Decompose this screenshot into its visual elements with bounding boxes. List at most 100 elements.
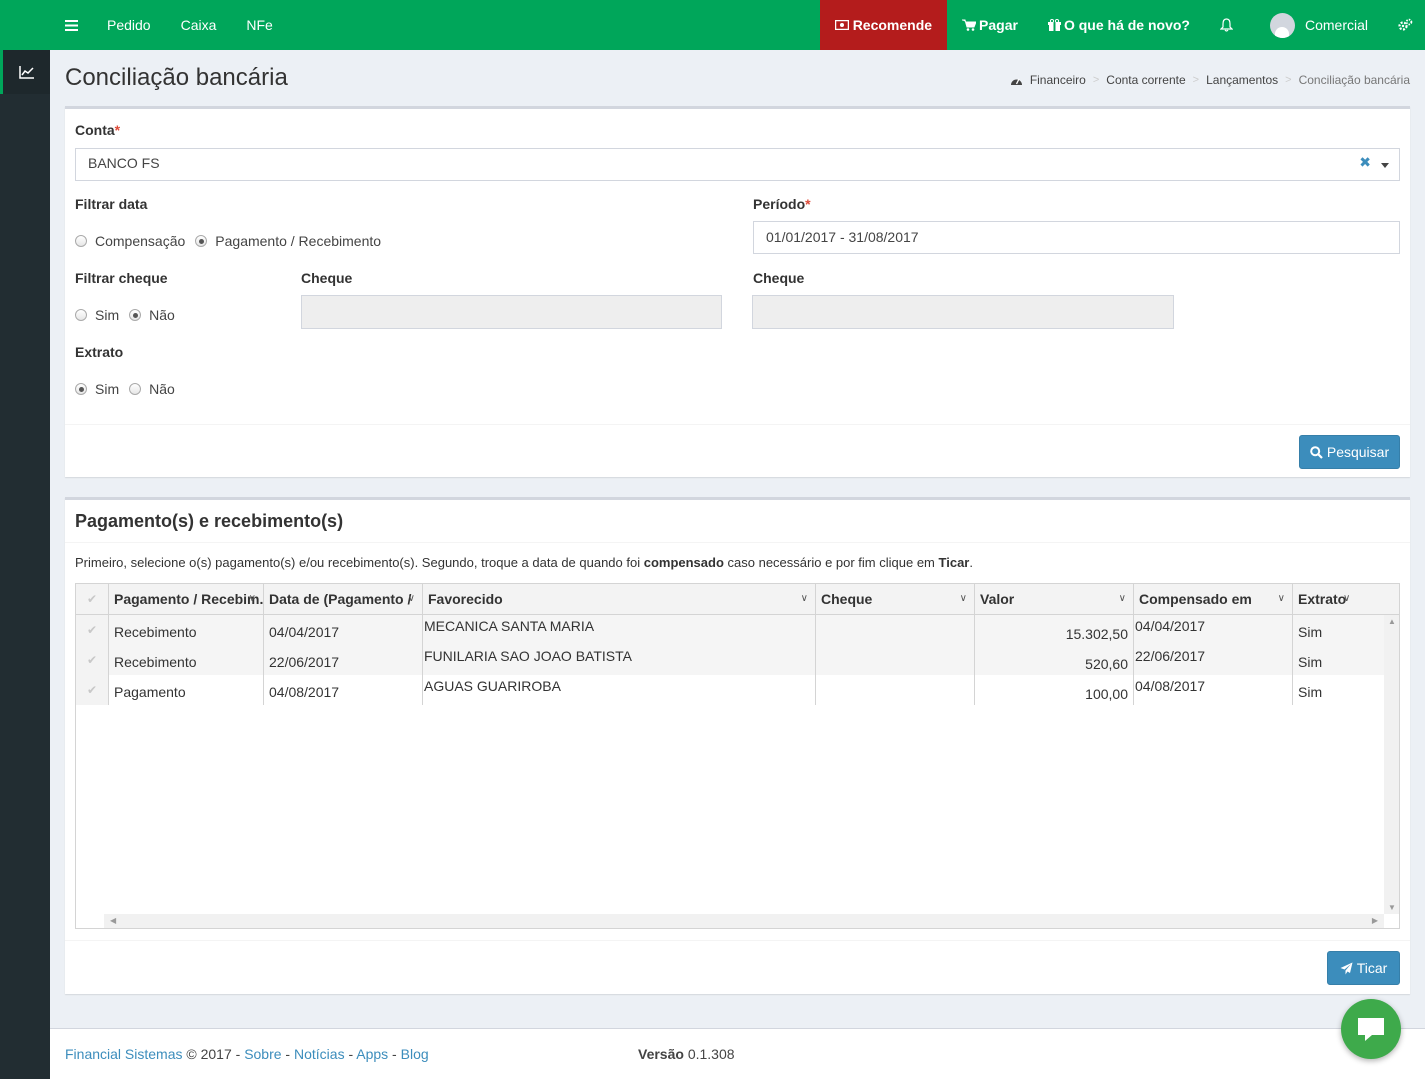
sidebar-logo	[0, 0, 50, 50]
gears-icon	[1398, 18, 1413, 31]
breadcrumb-separator: >	[1092, 74, 1100, 86]
radio-statement-sim-label: Sim	[95, 381, 120, 397]
col-compensado[interactable]: Compensado em ∨	[1134, 584, 1293, 614]
statement-radios: Sim Não	[75, 381, 175, 397]
horizontal-scrollbar[interactable]: ◀ ▶	[104, 914, 1384, 928]
footer-blog[interactable]: Blog	[401, 1046, 429, 1062]
tick-button[interactable]: Ticar	[1327, 951, 1400, 985]
chevron-down-icon: ∨	[959, 593, 967, 604]
cell-extrato: Sim	[1298, 653, 1323, 670]
paper-plane-icon	[1340, 962, 1353, 974]
vertical-scrollbar[interactable]: ▲ ▼	[1384, 615, 1399, 914]
row-checkbox[interactable]: ✔	[76, 675, 109, 705]
scroll-left-icon[interactable]: ◀	[110, 916, 116, 925]
scroll-right-icon[interactable]: ▶	[1372, 916, 1378, 925]
nav-nfe[interactable]: NFe	[231, 0, 287, 50]
radio-statement-nao[interactable]	[129, 383, 142, 395]
dashboard-icon	[1010, 78, 1022, 85]
sidebar	[0, 0, 50, 1079]
radio-check-sim[interactable]	[75, 309, 87, 321]
breadcrumb-lancamentos[interactable]: Lançamentos	[1206, 73, 1278, 87]
filter-box: Conta* BANCO FS ✖ Filtrar data Compensaç…	[65, 106, 1410, 477]
row-checkbox[interactable]: ✔	[76, 645, 109, 675]
col-cheque[interactable]: Cheque ∨	[816, 584, 975, 614]
cell-cheque	[816, 675, 975, 705]
cell-compensado[interactable]: 22/06/2017	[1134, 645, 1293, 675]
col-data[interactable]: Data de (Pagamento / ∨	[264, 584, 423, 614]
cell-extrato: Sim	[1298, 683, 1323, 700]
filter-check-radios: Sim Não	[75, 307, 175, 323]
whats-new-label: O que há de novo?	[1063, 17, 1190, 33]
search-icon	[1310, 445, 1323, 459]
chevron-down-icon	[1381, 163, 1389, 168]
nav-pedido[interactable]: Pedido	[92, 0, 166, 50]
check-input-2[interactable]	[752, 295, 1174, 329]
cell-valor: 520,60	[975, 645, 1134, 675]
radio-pagamento-recebimento[interactable]	[195, 235, 208, 247]
statement-label: Extrato	[75, 344, 124, 360]
breadcrumb-financeiro[interactable]: Financeiro	[1030, 73, 1086, 87]
results-box: Pagamento(s) e recebimento(s) Primeiro, …	[65, 497, 1410, 994]
breadcrumb-separator: >	[1192, 74, 1200, 86]
cell-compensado[interactable]: 04/08/2017	[1134, 675, 1293, 705]
content-header: Conciliação bancária Financeiro > Conta …	[50, 50, 1425, 107]
results-title: Pagamento(s) e recebimento(s)	[75, 511, 344, 531]
sidebar-item-chart[interactable]	[0, 50, 50, 94]
col-valor[interactable]: Valor ∨	[975, 584, 1134, 614]
page-title: Conciliação bancária	[65, 64, 288, 91]
menu-toggle-icon[interactable]	[50, 19, 92, 31]
pay-label: Pagar	[979, 17, 1018, 33]
footer-copyright: © 2017 -	[182, 1046, 245, 1062]
cell-cheque	[816, 645, 975, 675]
filter-box-footer: Pesquisar	[65, 424, 1410, 477]
check-icon: ✔	[86, 592, 98, 606]
radio-statement-sim[interactable]	[75, 383, 87, 395]
chat-button[interactable]	[1341, 999, 1401, 1059]
col-extrato[interactable]: Extrato ∨	[1293, 584, 1399, 614]
breadcrumb: Financeiro > Conta corrente > Lançamento…	[1010, 73, 1410, 87]
settings-button[interactable]	[1383, 0, 1425, 50]
avatar	[1269, 12, 1295, 38]
col-favorecido[interactable]: Favorecido ∨	[423, 584, 816, 614]
select-all-checkbox[interactable]: ✔	[76, 584, 109, 614]
whats-new-button[interactable]: O que há de novo?	[1033, 0, 1205, 50]
recommend-label: Recomende	[852, 17, 933, 33]
footer-apps[interactable]: Apps	[356, 1046, 388, 1062]
footer-company-link[interactable]: Financial Sistemas	[65, 1046, 183, 1062]
recommend-button[interactable]: Recomende	[819, 0, 948, 50]
results-box-footer: Ticar	[65, 940, 1410, 994]
footer-sobre[interactable]: Sobre	[244, 1046, 281, 1062]
account-select[interactable]: BANCO FS ✖	[75, 148, 1400, 181]
chevron-down-icon: ∨	[248, 593, 256, 604]
breadcrumb-conta-corrente[interactable]: Conta corrente	[1106, 73, 1185, 87]
radio-check-nao[interactable]	[129, 309, 142, 321]
cell-valor: 15.302,50	[975, 615, 1134, 645]
nav-caixa[interactable]: Caixa	[166, 0, 232, 50]
table-row[interactable]: ✔ Recebimento 04/04/2017 MECANICA SANTA …	[76, 615, 1384, 645]
cell-favorecido: MECANICA SANTA MARIA	[423, 615, 816, 645]
pay-button[interactable]: Pagar	[947, 0, 1033, 50]
chevron-down-icon: ∨	[800, 593, 808, 604]
footer-noticias[interactable]: Notícias	[294, 1046, 345, 1062]
check-input-1[interactable]	[301, 295, 722, 329]
clear-icon[interactable]: ✖	[1359, 154, 1371, 171]
cell-tipo: Recebimento	[109, 645, 264, 675]
user-menu[interactable]: Comercial	[1248, 0, 1383, 50]
cell-compensado[interactable]: 04/04/2017	[1134, 615, 1293, 645]
tick-button-label: Ticar	[1356, 960, 1388, 976]
line-chart-icon	[18, 66, 34, 79]
search-button[interactable]: Pesquisar	[1299, 435, 1400, 469]
row-checkbox[interactable]: ✔	[76, 615, 109, 645]
chevron-down-icon: ∨	[1343, 593, 1351, 604]
scroll-down-icon[interactable]: ▼	[1388, 903, 1396, 912]
cell-cheque	[816, 615, 975, 645]
col-tipo[interactable]: Pagamento / Recebim. ∨	[109, 584, 264, 614]
radio-compensacao[interactable]	[75, 235, 87, 247]
period-input[interactable]: 01/01/2017 - 31/08/2017	[753, 221, 1400, 254]
table-row[interactable]: ✔ Pagamento 04/08/2017 AGUAS GUARIROBA 1…	[76, 675, 1384, 705]
table-row[interactable]: ✔ Recebimento 22/06/2017 FUNILARIA SAO J…	[76, 645, 1384, 675]
search-button-label: Pesquisar	[1326, 444, 1390, 460]
radio-check-nao-label: Não	[149, 307, 175, 323]
notifications-button[interactable]	[1205, 0, 1248, 50]
scroll-up-icon[interactable]: ▲	[1388, 617, 1396, 626]
